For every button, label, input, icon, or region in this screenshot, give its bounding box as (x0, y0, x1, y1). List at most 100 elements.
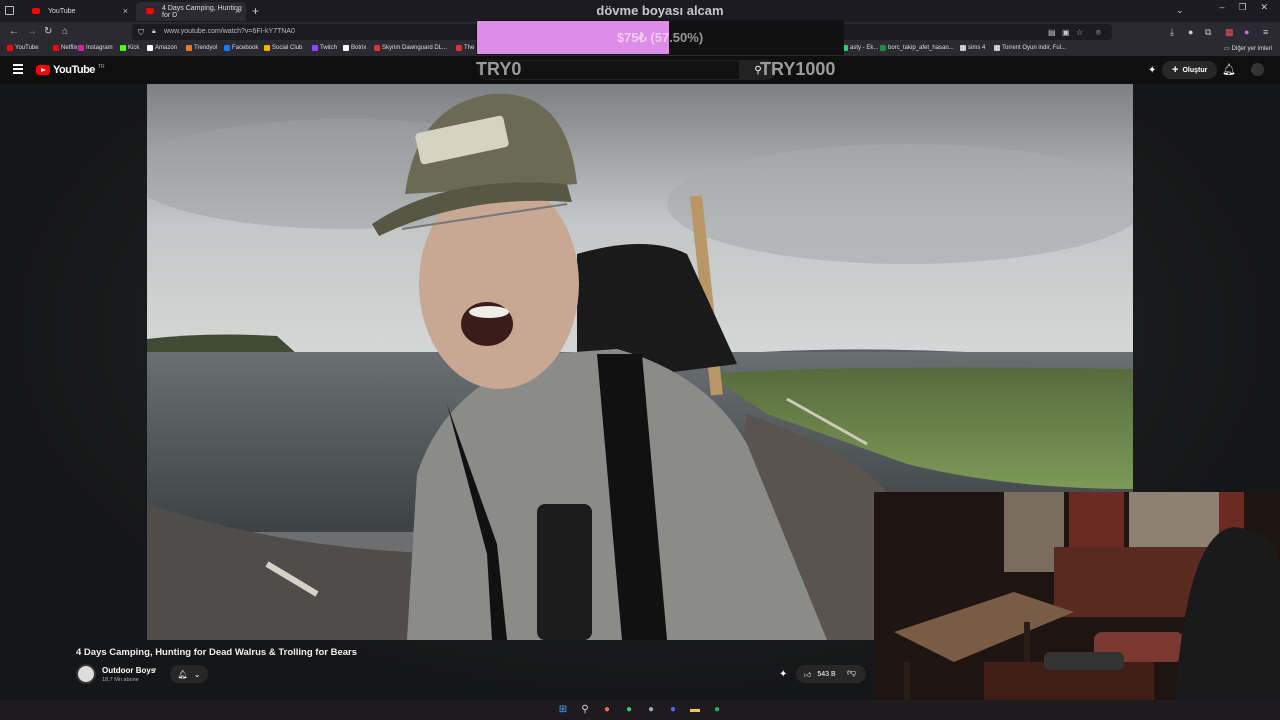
search-taskbar-icon[interactable]: ⚲ (578, 702, 592, 716)
avatar[interactable] (1251, 63, 1264, 76)
steam-icon[interactable]: ● (644, 702, 658, 716)
bookmark-label: Twitch (320, 45, 338, 51)
bookmark-item[interactable]: Botrix (343, 45, 366, 51)
bookmark-favicon-icon (960, 45, 966, 51)
bookmark-item[interactable]: Torrent Oyun indir, Ful... (994, 45, 1066, 51)
bookmark-favicon-icon (147, 45, 153, 51)
sparkle-icon[interactable]: ✦ (1148, 65, 1156, 76)
os-taskbar (0, 700, 1280, 720)
video-title: 4 Days Camping, Hunting for Dead Walrus … (76, 647, 357, 658)
youtube-favicon-icon (32, 8, 40, 14)
picture-in-picture-icon[interactable]: ▣ (1062, 28, 1070, 37)
bookmark-item[interactable]: Trendyol (186, 45, 217, 51)
tab-youtube[interactable]: YouTube × (22, 2, 134, 21)
file-explorer-icon[interactable]: ▬ (688, 702, 702, 716)
goal-amount: $75₺ (57.50%) (616, 30, 704, 45)
chevron-down-icon: ⌄ (193, 669, 201, 679)
close-window-icon[interactable]: ✕ (1260, 2, 1268, 13)
extension-purple-icon[interactable]: ● (1244, 27, 1249, 37)
shield-icon[interactable]: ⛉ (138, 28, 144, 38)
reader-view-icon[interactable]: ▤ (1048, 28, 1056, 37)
bookmark-favicon-icon (78, 45, 84, 51)
new-tab-button[interactable]: + (252, 4, 259, 18)
channel-avatar[interactable] (76, 664, 96, 684)
bookmark-item[interactable]: borc_takip_afet_hasan... (880, 45, 954, 51)
subscriber-count: 18,7 Mn abone (102, 677, 139, 683)
webcam-overlay (874, 492, 1280, 720)
youtube-favicon-icon (146, 8, 154, 14)
bookmark-item[interactable]: Facebook (224, 45, 258, 51)
tab-label: YouTube (48, 8, 76, 15)
like-count: 543 B (817, 670, 836, 678)
bookmark-item[interactable]: Amazon (147, 45, 177, 51)
bell-icon: 🔔︎ (177, 669, 188, 679)
dislike-button[interactable]: 👎︎ (847, 667, 856, 678)
screenshot-icon[interactable]: ⌾ (1096, 28, 1101, 38)
youtube-play-icon (36, 65, 50, 75)
downloads-icon[interactable]: ⤓ (1170, 27, 1174, 38)
extensions-icon[interactable]: ⧉ (1205, 27, 1211, 38)
whatsapp-icon[interactable]: ● (622, 702, 636, 716)
bookmark-label: borc_takip_afet_hasan... (888, 45, 954, 51)
bookmark-favicon-icon (264, 45, 270, 51)
plus-icon: + (1172, 64, 1179, 76)
bookmark-label: Instagram (86, 45, 113, 51)
youtube-logo-text: YouTube (53, 64, 95, 76)
bookmark-item[interactable]: Twitch (312, 45, 337, 51)
back-icon[interactable]: ← (9, 26, 19, 37)
other-bookmarks[interactable]: ▭ Diğer yer imleri (1224, 45, 1272, 53)
bookmark-favicon-icon (53, 45, 59, 51)
sidebar-toggle-icon[interactable] (5, 6, 14, 15)
lock-icon[interactable]: 🔒︎ (152, 28, 156, 36)
goal-min-label: TRY0 (476, 59, 522, 79)
bookmark-favicon-icon (120, 45, 126, 51)
subscribe-bell-button[interactable]: 🔔︎ ⌄ (170, 665, 208, 683)
bookmark-item[interactable]: YouTube (7, 45, 39, 51)
close-icon[interactable]: × (235, 6, 240, 16)
folder-icon: ▭ (1224, 46, 1230, 52)
youtube-logo[interactable]: YouTube TR (36, 64, 105, 76)
minimize-icon[interactable]: – (1219, 2, 1224, 13)
reload-icon[interactable]: ↻ (44, 26, 52, 37)
hamburger-menu-icon[interactable] (13, 64, 23, 74)
discord-icon[interactable]: ● (666, 702, 680, 716)
restore-icon[interactable]: ❐ (1238, 2, 1246, 13)
forward-icon[interactable]: → (27, 26, 37, 37)
notifications-bell-icon[interactable]: 🔔︎ (1222, 63, 1236, 76)
bookmark-label: Netflix (61, 45, 78, 51)
close-icon[interactable]: × (123, 6, 128, 16)
bookmark-item[interactable]: Instagram (78, 45, 113, 51)
bookmark-star-icon[interactable]: ☆ (1076, 28, 1083, 37)
bookmark-label: asty - Ek... (850, 45, 879, 51)
extension-red-icon[interactable]: ▦ (1225, 27, 1234, 38)
thumbs-down-icon: 👎︎ (847, 667, 857, 677)
url-text: www.youtube.com/watch?v=6FI-kY7TNA0 (164, 28, 295, 35)
bookmark-item[interactable]: Netflix (53, 45, 78, 51)
bookmark-label: Botrix (351, 45, 367, 51)
home-icon[interactable]: ⌂ (62, 26, 68, 37)
thumbs-up-icon: 👍︎ (804, 671, 812, 679)
verified-icon: ● (153, 667, 157, 673)
ask-sparkle-icon[interactable]: ✦ (779, 669, 787, 680)
bookmark-item[interactable]: sims 4 (960, 45, 985, 51)
bookmark-item[interactable]: Kick (120, 45, 139, 51)
start-menu-icon[interactable]: ⊞ (556, 702, 570, 716)
bookmark-favicon-icon (880, 45, 886, 51)
channel-name[interactable]: Outdoor Boys (102, 666, 155, 675)
bookmark-item[interactable]: Social Club (264, 45, 302, 51)
bookmark-label: Trendyol (194, 45, 218, 51)
bookmark-label: sims 4 (968, 45, 986, 51)
menu-icon[interactable]: ≡ (1263, 27, 1268, 37)
tab-list-chevron-icon[interactable]: ⌄ (1176, 5, 1184, 16)
bookmark-item[interactable]: asty - Ek... (842, 45, 878, 51)
create-button[interactable]: + Oluştur (1162, 61, 1218, 79)
bookmark-favicon-icon (456, 45, 462, 51)
window-controls: – ❐ ✕ (1219, 2, 1280, 13)
firefox-icon[interactable]: ● (600, 702, 614, 716)
spotify-icon[interactable]: ● (710, 702, 724, 716)
bookmark-item[interactable]: Skyrim Dawnguard DL... (374, 45, 447, 51)
account-icon[interactable]: ● (1188, 27, 1193, 37)
tab-video[interactable]: 4 Days Camping, Hunting for D × (136, 2, 246, 21)
bookmark-item[interactable]: The I (456, 45, 478, 51)
bookmark-label: Skyrim Dawnguard DL... (382, 45, 448, 51)
